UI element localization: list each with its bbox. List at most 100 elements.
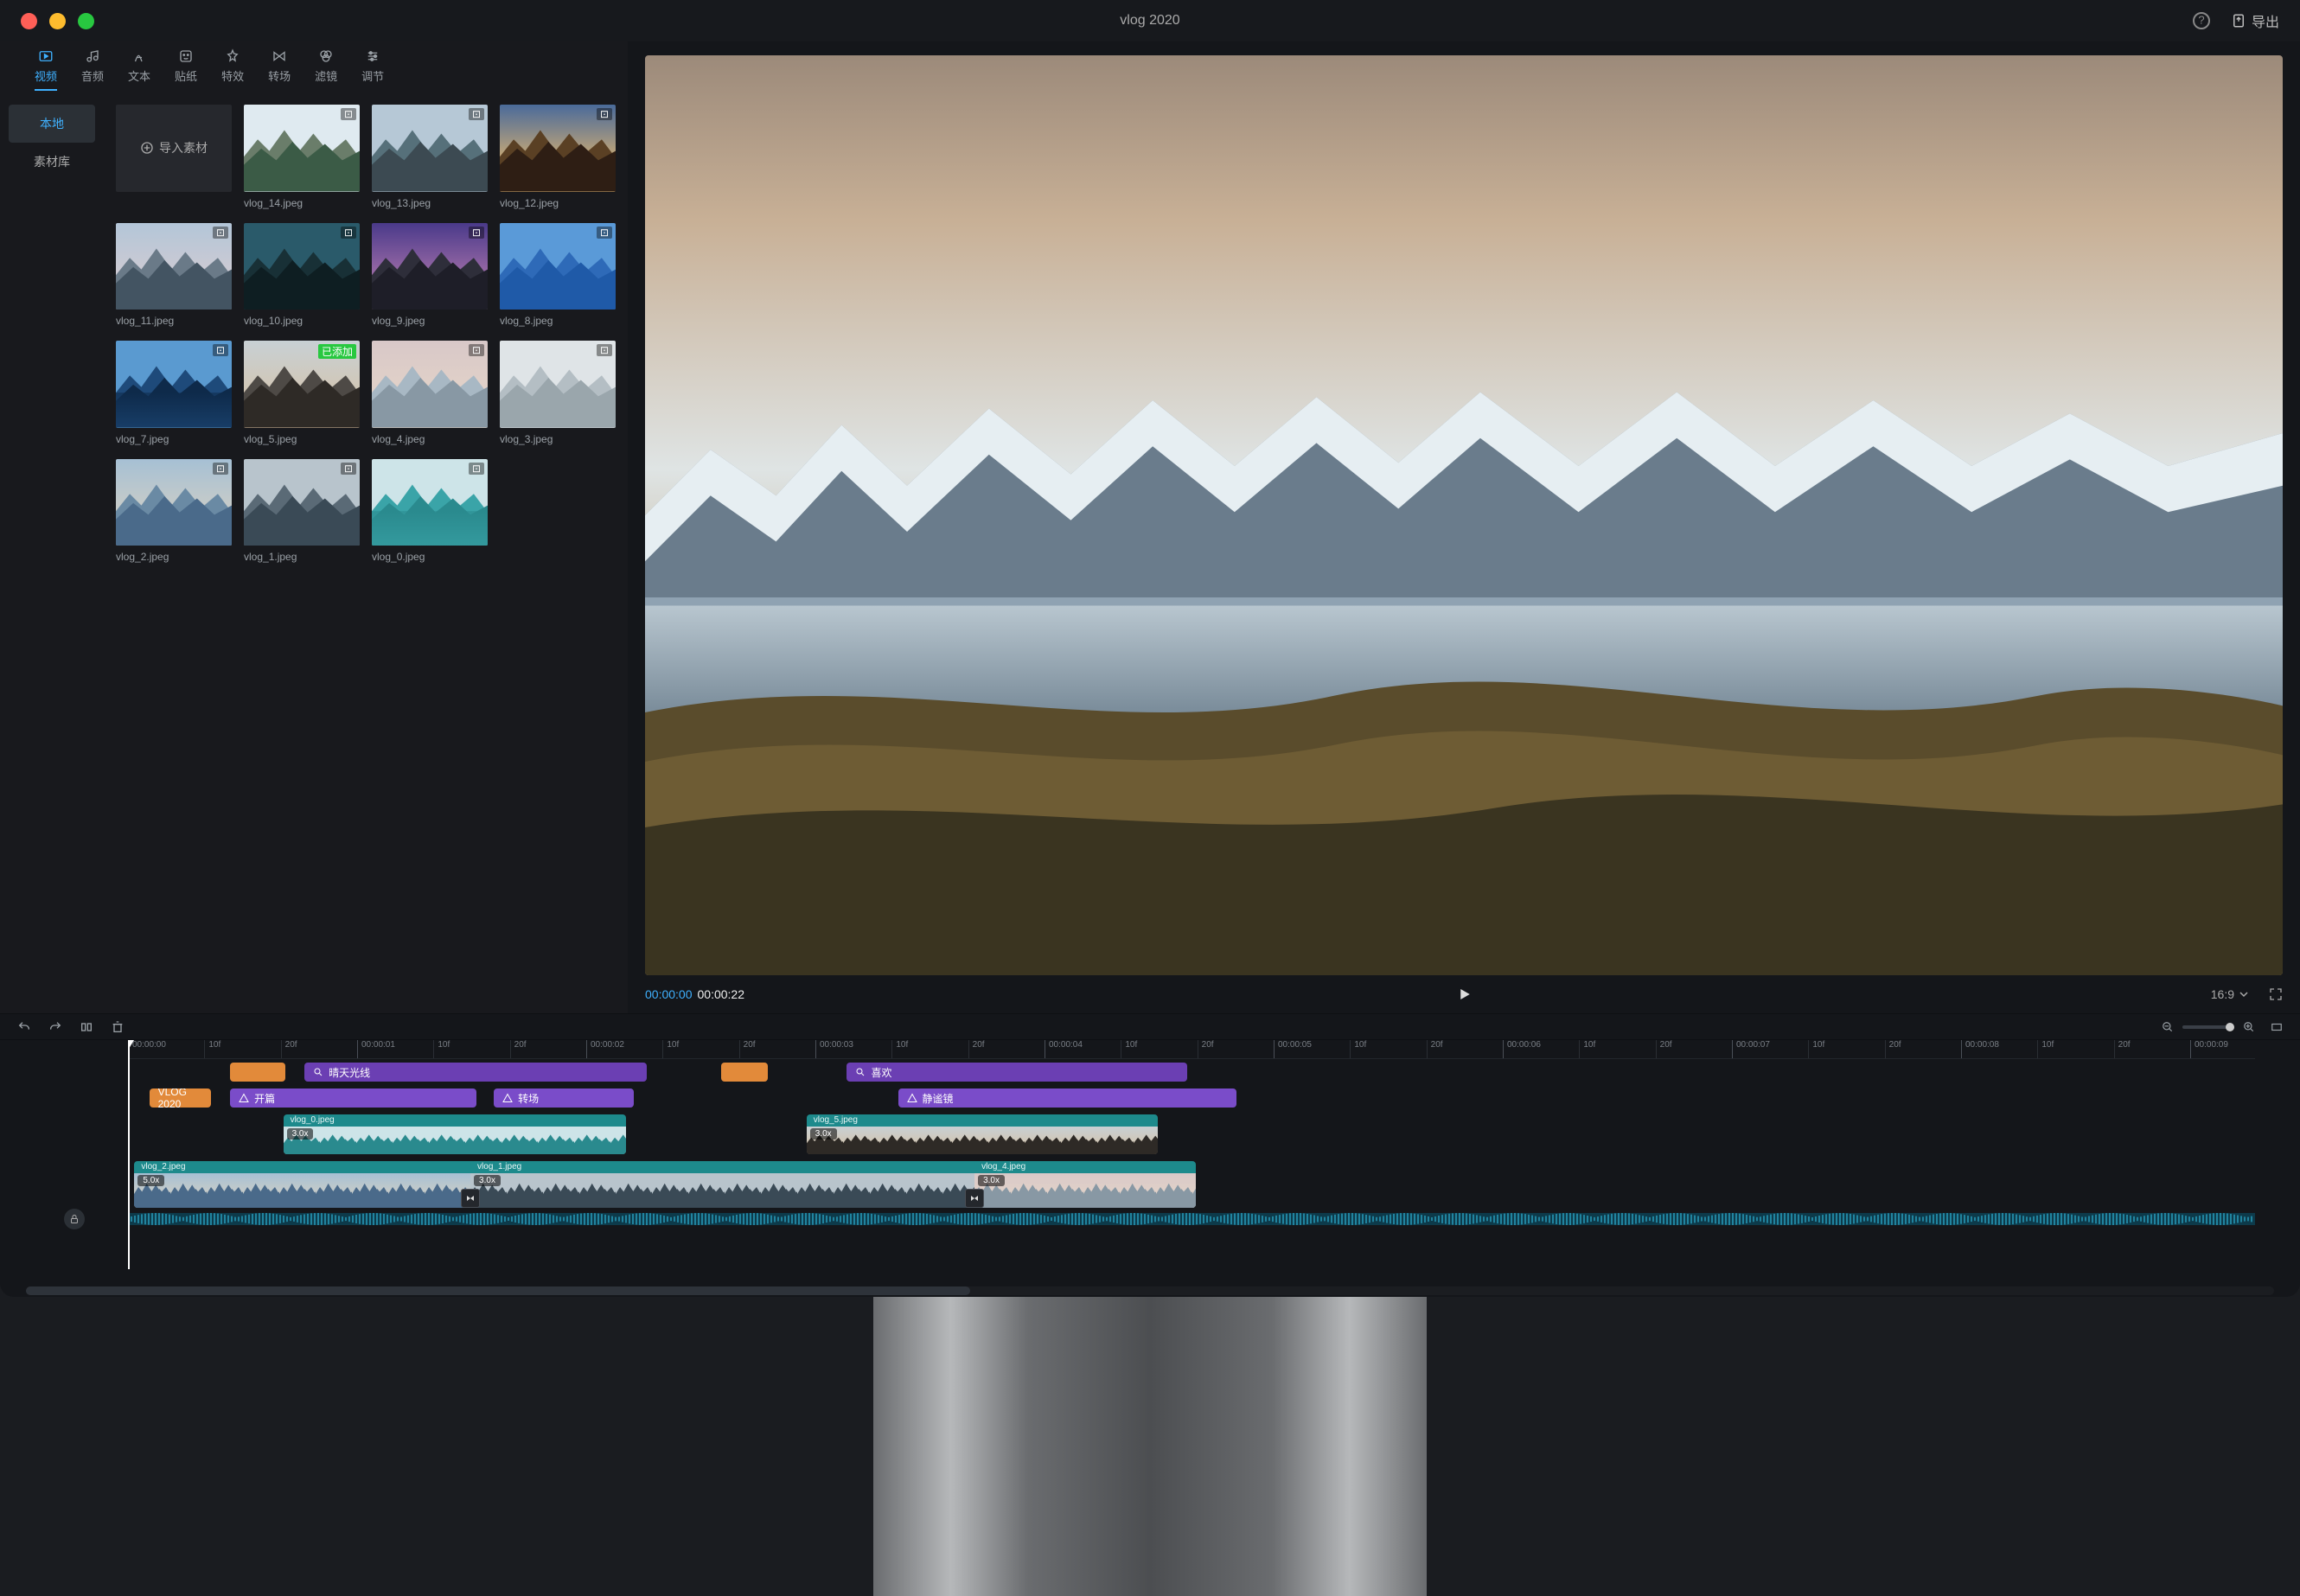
side-tab-library[interactable]: 素材库 bbox=[9, 143, 95, 181]
media-tab-audio[interactable]: 音频 bbox=[81, 48, 104, 91]
horizontal-scrollbar[interactable] bbox=[26, 1286, 2274, 1295]
media-thumb[interactable]: 已添加 bbox=[244, 341, 360, 428]
media-badge: ⊡ bbox=[213, 227, 228, 239]
media-tab-sticker[interactable]: 贴纸 bbox=[175, 48, 197, 91]
split-button[interactable] bbox=[80, 1020, 93, 1034]
export-button[interactable]: 导出 bbox=[2231, 10, 2279, 31]
media-thumb[interactable]: ⊡ bbox=[244, 105, 360, 192]
zoom-in-button[interactable] bbox=[2243, 1021, 2255, 1033]
video-clip[interactable]: vlog_5.jpeg3.0x bbox=[807, 1114, 1158, 1154]
timeline-clip[interactable]: 静谧镜 bbox=[898, 1088, 1236, 1108]
ruler-label: 10f bbox=[896, 1040, 908, 1050]
ruler-label: 20f bbox=[1431, 1040, 1443, 1050]
warning-icon bbox=[502, 1093, 513, 1103]
media-badge: ⊡ bbox=[341, 463, 356, 475]
delete-button[interactable] bbox=[111, 1020, 125, 1034]
fullscreen-button[interactable] bbox=[2269, 987, 2283, 1001]
media-thumb[interactable]: ⊡ bbox=[372, 105, 488, 192]
undo-button[interactable] bbox=[17, 1020, 31, 1034]
aspect-ratio-selector[interactable]: 16:9 bbox=[2211, 987, 2248, 1001]
media-badge: ⊡ bbox=[469, 463, 484, 475]
media-label: vlog_0.jpeg bbox=[372, 551, 488, 563]
video-clip[interactable]: vlog_0.jpeg3.0x bbox=[284, 1114, 626, 1154]
media-tab-text[interactable]: 文本 bbox=[128, 48, 150, 91]
import-media-button[interactable]: 导入素材 bbox=[116, 105, 232, 192]
audio-track[interactable] bbox=[128, 1213, 2300, 1225]
preview-total-time: 00:00:22 bbox=[698, 987, 745, 1001]
zoom-fit-button[interactable] bbox=[2271, 1021, 2283, 1033]
video-preview[interactable] bbox=[645, 55, 2283, 975]
media-tab-effect[interactable]: 特效 bbox=[221, 48, 244, 91]
video-clip[interactable]: vlog_2.jpeg5.0x bbox=[134, 1161, 476, 1208]
ruler-label: 10f bbox=[667, 1040, 679, 1050]
play-button[interactable] bbox=[1456, 986, 1472, 1002]
timeline-clip[interactable]: 开篇 bbox=[230, 1088, 476, 1108]
video-clip[interactable]: vlog_1.jpeg3.0x bbox=[470, 1161, 983, 1208]
ruler-label: 20f bbox=[2118, 1040, 2131, 1050]
ruler-label: 20f bbox=[1889, 1040, 1901, 1050]
ruler-label: 10f bbox=[438, 1040, 450, 1050]
ruler-label: 20f bbox=[973, 1040, 985, 1050]
speed-badge: 3.0x bbox=[474, 1175, 501, 1186]
media-thumb[interactable]: ⊡ bbox=[500, 341, 616, 428]
media-label: vlog_9.jpeg bbox=[372, 315, 488, 327]
media-label: vlog_1.jpeg bbox=[244, 551, 360, 563]
window-minimize-button[interactable] bbox=[49, 13, 66, 29]
media-thumb[interactable]: ⊡ bbox=[116, 341, 232, 428]
ruler-label: 20f bbox=[285, 1040, 297, 1050]
timeline-clip[interactable]: 晴天光线 bbox=[304, 1063, 647, 1082]
media-label: vlog_2.jpeg bbox=[116, 551, 232, 563]
ruler-label: 00:00:03 bbox=[820, 1040, 853, 1050]
media-thumb[interactable]: ⊡ bbox=[116, 459, 232, 546]
transition-marker[interactable] bbox=[965, 1189, 984, 1208]
media-label: vlog_14.jpeg bbox=[244, 197, 360, 209]
scrollbar-thumb[interactable] bbox=[26, 1286, 970, 1295]
effect-icon bbox=[224, 48, 241, 64]
ruler-label: 00:00:01 bbox=[361, 1040, 395, 1050]
ruler-label: 00:00:07 bbox=[1736, 1040, 1770, 1050]
window-close-button[interactable] bbox=[21, 13, 37, 29]
media-tab-filter[interactable]: 滤镜 bbox=[315, 48, 337, 91]
media-tab-video[interactable]: 视频 bbox=[35, 48, 57, 91]
filter-icon bbox=[317, 48, 335, 64]
zoom-slider[interactable] bbox=[2182, 1025, 2234, 1029]
timeline-clip[interactable]: 转场 bbox=[494, 1088, 634, 1108]
media-thumb[interactable]: ⊡ bbox=[116, 223, 232, 310]
ruler-label: 00:00:05 bbox=[1278, 1040, 1312, 1050]
media-label: vlog_4.jpeg bbox=[372, 433, 488, 445]
media-thumb[interactable]: ⊡ bbox=[372, 341, 488, 428]
side-tab-local[interactable]: 本地 bbox=[9, 105, 95, 143]
speed-badge: 3.0x bbox=[810, 1128, 837, 1140]
media-tab-adjust[interactable]: 调节 bbox=[361, 48, 384, 91]
media-thumb[interactable]: ⊡ bbox=[500, 105, 616, 192]
media-thumb[interactable]: ⊡ bbox=[500, 223, 616, 310]
redo-button[interactable] bbox=[48, 1020, 62, 1034]
media-label: vlog_3.jpeg bbox=[500, 433, 616, 445]
ruler-label: 20f bbox=[1660, 1040, 1672, 1050]
transition-icon bbox=[969, 1193, 980, 1203]
media-label: vlog_13.jpeg bbox=[372, 197, 488, 209]
ruler-label: 10f bbox=[1354, 1040, 1366, 1050]
ruler-label: 00:00:08 bbox=[1965, 1040, 1999, 1050]
media-label: vlog_11.jpeg bbox=[116, 315, 232, 327]
playhead[interactable] bbox=[128, 1040, 130, 1269]
ruler-label: 20f bbox=[514, 1040, 527, 1050]
media-thumb[interactable]: ⊡ bbox=[244, 223, 360, 310]
zoom-out-button[interactable] bbox=[2162, 1021, 2174, 1033]
media-thumb[interactable]: ⊡ bbox=[372, 459, 488, 546]
track-lock-toggle[interactable] bbox=[64, 1209, 85, 1229]
media-badge: 已添加 bbox=[318, 344, 356, 359]
media-tab-transition[interactable]: 转场 bbox=[268, 48, 291, 91]
transition-marker[interactable] bbox=[461, 1189, 480, 1208]
media-thumb[interactable]: ⊡ bbox=[244, 459, 360, 546]
video-clip[interactable]: vlog_4.jpeg3.0x bbox=[974, 1161, 1196, 1208]
help-icon[interactable]: ? bbox=[2193, 12, 2210, 29]
timeline-clip[interactable]: 喜欢 bbox=[847, 1063, 1187, 1082]
ruler-label: 00:00:00 bbox=[132, 1040, 166, 1050]
window-maximize-button[interactable] bbox=[78, 13, 94, 29]
ruler-label: 10f bbox=[208, 1040, 220, 1050]
media-badge: ⊡ bbox=[213, 344, 228, 356]
media-thumb[interactable]: ⊡ bbox=[372, 223, 488, 310]
export-label: 导出 bbox=[2252, 10, 2279, 31]
sticker-icon bbox=[177, 48, 195, 64]
